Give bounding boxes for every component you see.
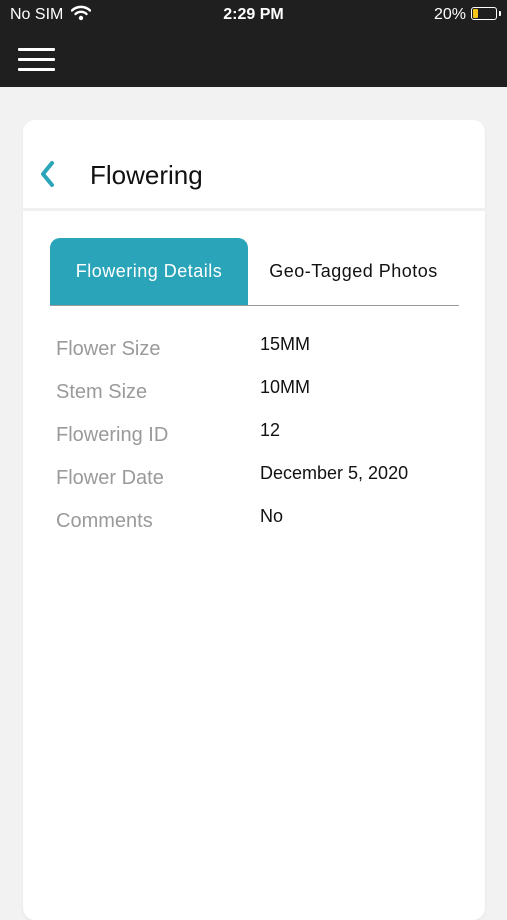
detail-row-comments: Comments No [56,506,476,549]
detail-value: 12 [260,420,281,440]
card-header: Flowering [23,120,485,211]
detail-row-flowering-id: Flowering ID 12 [56,420,476,463]
detail-value: No [260,506,284,526]
detail-label: Flower Size [56,338,161,360]
detail-label: Comments [56,510,153,532]
page-title: Flowering [90,160,203,190]
detail-row-stem-size: Stem Size 10MM [56,377,476,420]
app-top-bar: No SIM 2:29 PM 20% [0,0,507,87]
battery-level-fill [473,9,478,18]
status-bar: No SIM 2:29 PM 20% [0,0,507,30]
tab-bar: Flowering Details Geo-Tagged Photos [50,238,459,306]
tab-geo-tagged-photos[interactable]: Geo-Tagged Photos [248,238,459,305]
detail-row-flower-size: Flower Size 15MM [56,334,476,377]
detail-label: Flowering ID [56,424,169,446]
detail-label: Flower Date [56,467,164,489]
battery-percent: 20% [433,6,466,23]
tab-flowering-details[interactable]: Flowering Details [50,238,248,305]
detail-label: Stem Size [56,381,148,403]
details-list: Flower Size 15MM Stem Size 10MM Flowerin… [56,334,476,549]
flowering-card: Flowering Flowering Details Geo-Tagged P… [23,120,485,920]
detail-value: 10MM [260,377,311,397]
hamburger-menu-icon[interactable] [18,48,55,72]
battery-tip [499,11,501,16]
detail-row-flower-date: Flower Date December 5, 2020 [56,463,476,506]
detail-value: December 5, 2020 [260,463,409,483]
status-time: 2:29 PM [223,6,284,23]
battery-icon [471,7,497,20]
detail-value: 15MM [260,334,311,354]
chevron-left-icon[interactable] [37,158,63,190]
